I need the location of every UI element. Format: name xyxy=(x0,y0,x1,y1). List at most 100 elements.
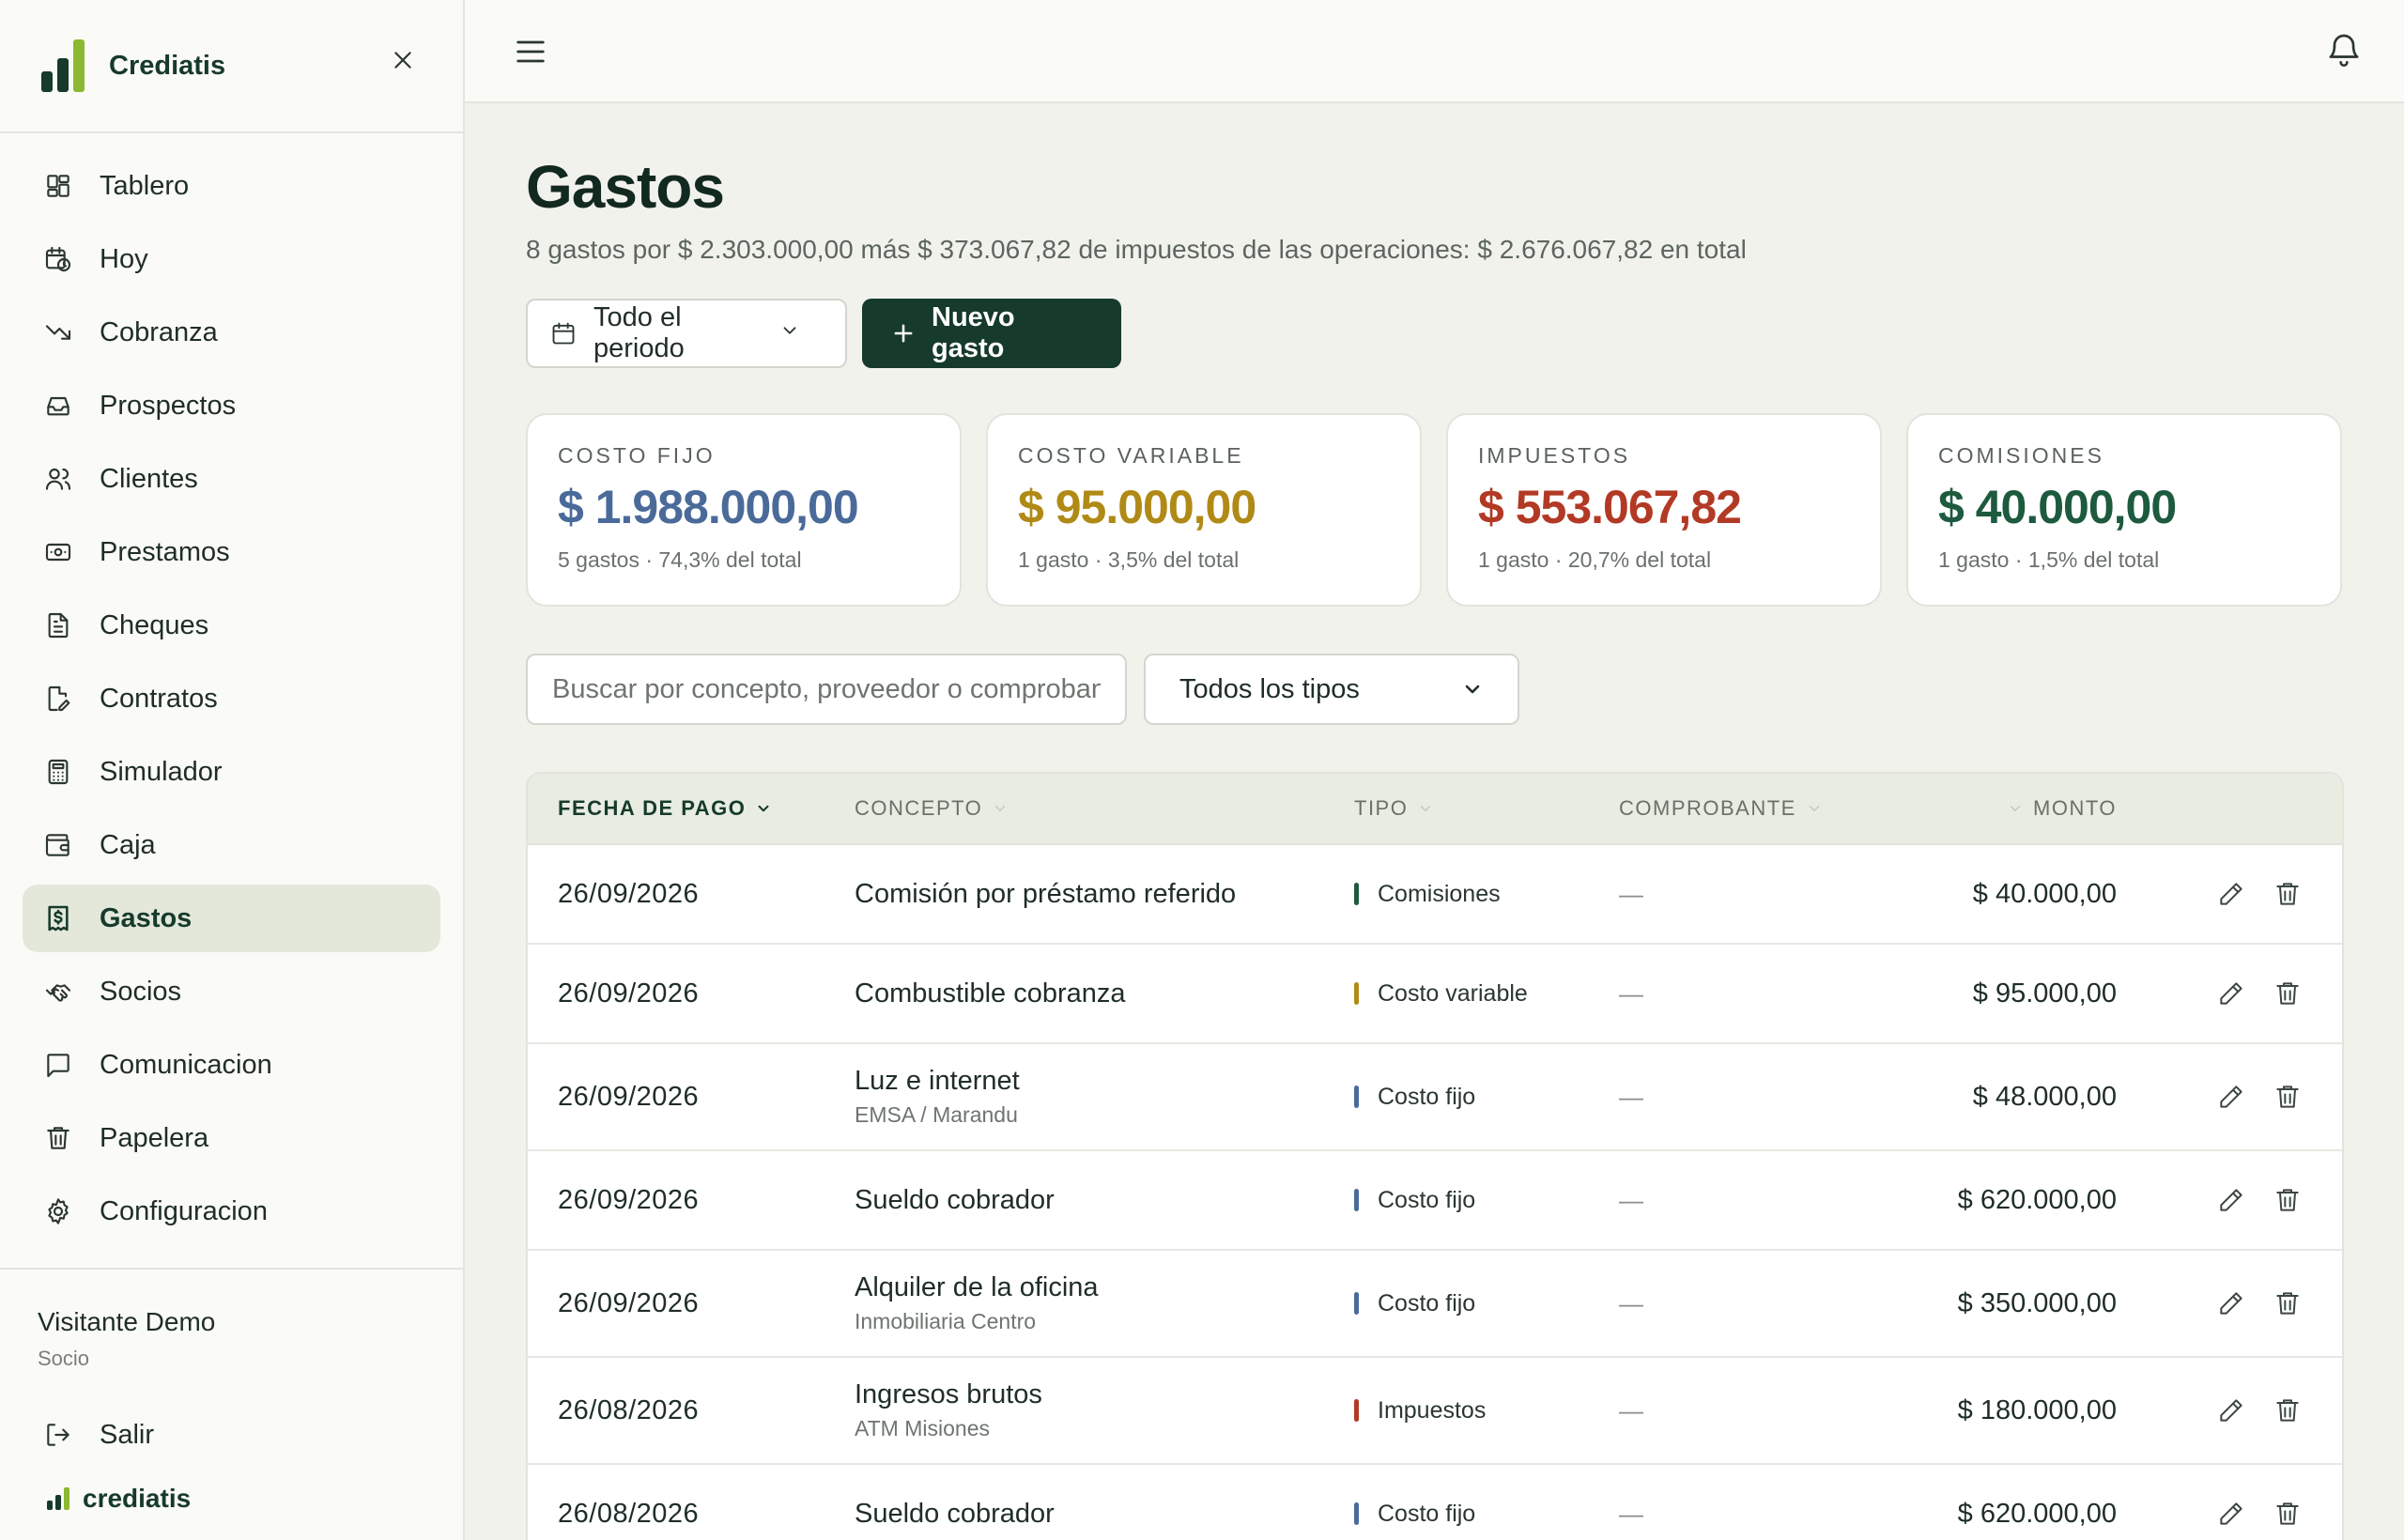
table-row[interactable]: 26/09/2026 Combustible cobranza Costo vari… xyxy=(528,945,2342,1044)
sidebar-item-label: Cheques xyxy=(100,609,209,640)
summary-card: IMPUESTOS $ 553.067,82 1 gasto · 20,7% del… xyxy=(1446,413,1882,607)
new-expense-button[interactable]: Nuevo gasto xyxy=(862,299,1121,368)
delete-trash-icon[interactable] xyxy=(2273,1082,2303,1112)
notifications-bell-icon[interactable] xyxy=(2325,31,2363,69)
delete-trash-icon[interactable] xyxy=(2273,978,2303,1009)
sidebar-nav: Tablero Hoy Cobranza Prospectos Clientes Pres… xyxy=(0,133,463,1245)
type-color-bar xyxy=(1354,1399,1359,1422)
sort-chevron-down-icon xyxy=(1806,800,1823,817)
header-voucher-label: COMPROBANTE xyxy=(1619,796,1796,820)
card-value: $ 95.000,00 xyxy=(1018,481,1256,533)
sidebar-item-gastos[interactable]: Gastos xyxy=(23,885,440,952)
cell-type: Costo fijo xyxy=(1354,1501,1475,1528)
type-text: Comisiones xyxy=(1378,880,1501,907)
type-text: Costo fijo xyxy=(1378,1500,1476,1527)
sidebar-item-cobranza[interactable]: Cobranza xyxy=(23,299,440,366)
sidebar-item-contratos[interactable]: Contratos xyxy=(23,665,440,732)
concept-text: Luz e internet xyxy=(855,1066,1020,1096)
type-color-bar xyxy=(1354,1086,1359,1108)
cell-amount: $ 180.000,00 xyxy=(1957,1394,2117,1425)
delete-trash-icon[interactable] xyxy=(2273,1395,2303,1425)
gear-icon xyxy=(43,1196,73,1226)
sidebar-item-label: Prestamos xyxy=(100,536,230,567)
edit-pencil-icon[interactable] xyxy=(2216,879,2246,909)
table-row[interactable]: 26/09/2026 Comisión por préstamo referido… xyxy=(528,845,2342,945)
sidebar-item-clientes[interactable]: Clientes xyxy=(23,445,440,513)
sidebar-item-hoy[interactable]: Hoy xyxy=(23,225,440,293)
user-role: Socio xyxy=(38,1347,90,1370)
sidebar-item-label: Simulador xyxy=(100,756,223,787)
logout-button[interactable]: Salir xyxy=(0,1405,463,1465)
search-input[interactable] xyxy=(526,654,1127,725)
table-row[interactable]: 26/09/2026 Sueldo cobrador Costo fijo — $ 62… xyxy=(528,1151,2342,1251)
table-row[interactable]: 26/08/2026 Sueldo cobrador Costo fijo — $ 62… xyxy=(528,1465,2342,1540)
sidebar-item-socios[interactable]: Socios xyxy=(23,958,440,1025)
type-color-bar xyxy=(1354,1189,1359,1211)
wallet-icon xyxy=(43,830,73,860)
header-comprobante[interactable]: COMPROBANTE xyxy=(1619,796,1823,821)
delete-trash-icon[interactable] xyxy=(2273,1499,2303,1529)
cell-concept: Ingresos brutos ATM Misiones xyxy=(855,1379,1042,1441)
provider-text: ATM Misiones xyxy=(855,1416,990,1440)
table-row[interactable]: 26/08/2026 Ingresos brutos ATM Misiones Imp… xyxy=(528,1358,2342,1465)
delete-trash-icon[interactable] xyxy=(2273,1185,2303,1215)
row-actions xyxy=(2216,1082,2303,1112)
cell-type: Comisiones xyxy=(1354,881,1501,908)
cell-date: 26/09/2026 xyxy=(558,1184,700,1215)
cell-amount: $ 95.000,00 xyxy=(1972,978,2117,1009)
calculator-icon xyxy=(43,757,73,787)
concept-text: Sueldo cobrador xyxy=(855,1498,1055,1529)
header-fecha-de-pago[interactable]: FECHA DE PAGO xyxy=(558,796,772,821)
header-concepto[interactable]: CONCEPTO xyxy=(855,796,1009,821)
period-filter-button[interactable]: Todo el periodo xyxy=(526,299,847,368)
cell-voucher: — xyxy=(1619,1185,1643,1214)
cell-date: 26/09/2026 xyxy=(558,978,700,1009)
cell-amount: $ 48.000,00 xyxy=(1972,1081,2117,1112)
type-text: Costo variable xyxy=(1378,979,1528,1007)
cell-concept: Alquiler de la oficina Inmobiliaria Centr… xyxy=(855,1272,1099,1334)
table-row[interactable]: 26/09/2026 Alquiler de la oficina Inmobili… xyxy=(528,1251,2342,1358)
table-header: FECHA DE PAGO CONCEPTO TIPO COMPROBANTE … xyxy=(528,774,2342,845)
sidebar-item-label: Comunicacion xyxy=(100,1049,272,1080)
users-icon xyxy=(43,464,73,494)
sidebar-item-cheques[interactable]: Cheques xyxy=(23,592,440,659)
edit-pencil-icon[interactable] xyxy=(2216,1499,2246,1529)
edit-pencil-icon[interactable] xyxy=(2216,1288,2246,1318)
edit-pencil-icon[interactable] xyxy=(2216,978,2246,1009)
type-text: Costo fijo xyxy=(1378,1186,1476,1213)
sidebar-item-label: Socios xyxy=(100,976,182,1007)
sidebar-item-prestamos[interactable]: Prestamos xyxy=(23,518,440,586)
menu-toggle-button[interactable] xyxy=(512,33,549,70)
sidebar-item-simulador[interactable]: Simulador xyxy=(23,738,440,806)
type-color-bar xyxy=(1354,1292,1359,1315)
card-label: COSTO VARIABLE xyxy=(1018,443,1244,468)
sidebar-item-label: Hoy xyxy=(100,243,148,274)
message-square-icon xyxy=(43,1050,73,1080)
card-value: $ 40.000,00 xyxy=(1938,481,2177,533)
sidebar-item-comunicacion[interactable]: Comunicacion xyxy=(23,1031,440,1099)
edit-pencil-icon[interactable] xyxy=(2216,1185,2246,1215)
header-tipo[interactable]: TIPO xyxy=(1354,796,1434,821)
trash-icon xyxy=(43,1123,73,1153)
summary-card: COSTO VARIABLE $ 95.000,00 1 gasto · 3,5% … xyxy=(986,413,1422,607)
edit-pencil-icon[interactable] xyxy=(2216,1395,2246,1425)
sidebar-item-tablero[interactable]: Tablero xyxy=(23,152,440,220)
topbar xyxy=(465,0,2404,103)
header-date-label: FECHA DE PAGO xyxy=(558,796,747,820)
toolbar: Todo el periodo Nuevo gasto xyxy=(526,299,2344,368)
sidebar-item-papelera[interactable]: Papelera xyxy=(23,1104,440,1172)
delete-trash-icon[interactable] xyxy=(2273,879,2303,909)
type-select[interactable]: Todos los tipos xyxy=(1144,654,1519,725)
sidebar-item-prospectos[interactable]: Prospectos xyxy=(23,372,440,439)
close-sidebar-button[interactable] xyxy=(384,41,422,79)
type-text: Costo fijo xyxy=(1378,1083,1476,1110)
table-row[interactable]: 26/09/2026 Luz e internet EMSA / Marandu Co… xyxy=(528,1044,2342,1151)
cell-type: Costo fijo xyxy=(1354,1290,1475,1317)
edit-pencil-icon[interactable] xyxy=(2216,1082,2246,1112)
delete-trash-icon[interactable] xyxy=(2273,1288,2303,1318)
cell-date: 26/09/2026 xyxy=(558,1081,700,1112)
sidebar-item-configuracion[interactable]: Configuracion xyxy=(23,1178,440,1245)
header-monto[interactable]: MONTO xyxy=(2007,796,2117,821)
sidebar: Crediatis Tablero Hoy Cobranza Prospectos Cl… xyxy=(0,0,465,1540)
sidebar-item-caja[interactable]: Caja xyxy=(23,811,440,879)
